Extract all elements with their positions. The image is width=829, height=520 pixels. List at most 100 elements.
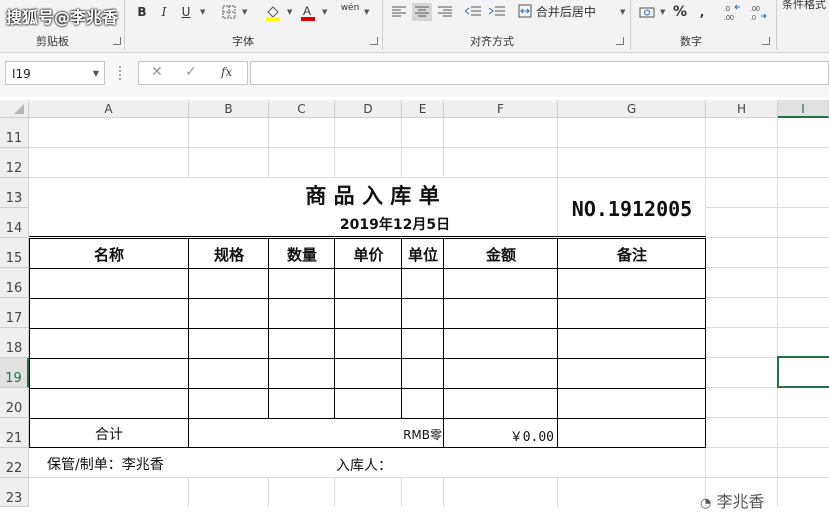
underline-dropdown-icon[interactable]: ▼ [200, 8, 205, 16]
header-amount: 金额 [485, 246, 516, 264]
gridline [188, 478, 189, 507]
name-box-value: I19 [12, 67, 31, 81]
row-header-23[interactable]: 23 [0, 478, 29, 507]
form-border [29, 238, 706, 239]
increase-indent-button[interactable] [488, 3, 506, 21]
font-launcher-icon[interactable] [370, 37, 378, 45]
column-header-c[interactable]: C [269, 100, 335, 118]
accounting-format-button[interactable] [637, 3, 657, 21]
form-border [334, 238, 335, 418]
accounting-dropdown-icon[interactable]: ▼ [660, 8, 665, 16]
fill-color-button[interactable] [262, 3, 284, 21]
alignment-launcher-icon[interactable] [616, 37, 624, 45]
form-border [29, 388, 706, 389]
underline-button[interactable]: U [178, 3, 194, 21]
form-border [401, 238, 402, 418]
align-left-button[interactable] [390, 3, 408, 21]
border-dropdown-icon[interactable]: ▼ [242, 8, 247, 16]
svg-text:.0: .0 [724, 6, 730, 13]
decrease-indent-icon [464, 6, 481, 16]
align-center-button[interactable] [412, 3, 432, 21]
separator [124, 0, 125, 50]
column-header-d[interactable]: D [335, 100, 402, 118]
form-border [29, 268, 706, 269]
merge-center-icon [518, 4, 532, 18]
number-launcher-icon[interactable] [762, 37, 770, 45]
gridline [334, 478, 335, 507]
total-label: 合计 [95, 427, 123, 443]
form-number: NO.1912005 [571, 197, 693, 221]
formula-bar: I19 ▼ ✕ ✓ fx [0, 53, 829, 97]
select-all-corner[interactable] [0, 100, 29, 118]
decrease-decimal-button[interactable]: .00.0 [748, 3, 768, 22]
bold-button[interactable]: B [134, 3, 150, 21]
form-title: 商 品 入 库 单 [305, 184, 440, 208]
gridline [706, 417, 829, 418]
name-box[interactable]: I19 ▼ [5, 61, 105, 85]
row-header-21[interactable]: 21 [0, 418, 29, 448]
selected-cell-i19[interactable] [777, 356, 829, 388]
ribbon: 搜狐号@李兆香 B I U ▼ ▼ ▼ A ▼ wén ▼ 合并后居中 ▼ ▼ … [0, 0, 829, 53]
insert-function-icon[interactable]: fx [221, 65, 232, 79]
merge-center-label: 合并后居中 [535, 5, 596, 19]
align-right-button[interactable] [436, 3, 454, 21]
conditional-format-button[interactable]: 条件格式 [782, 0, 829, 14]
fill-bucket-icon [266, 6, 280, 21]
comma-button[interactable]: , [696, 3, 708, 21]
border-button[interactable] [220, 3, 238, 21]
row-header-11[interactable]: 11 [0, 118, 29, 148]
column-header-a[interactable]: A [29, 100, 189, 118]
cancel-icon[interactable]: ✕ [151, 64, 163, 80]
phonetic-dropdown-icon[interactable]: ▼ [364, 8, 369, 16]
header-spec: 规格 [213, 246, 244, 264]
column-header-i[interactable]: I [778, 100, 829, 118]
row-header-13[interactable]: 13 [0, 178, 29, 208]
column-header-f[interactable]: F [444, 100, 558, 118]
gridline [706, 447, 829, 448]
total-amount: ￥0.00 [509, 430, 554, 445]
row-header-14[interactable]: 14 [0, 208, 29, 238]
formula-input[interactable] [250, 61, 829, 85]
row-header-16[interactable]: 16 [0, 268, 29, 298]
gridline [401, 118, 402, 178]
row-header-17[interactable]: 17 [0, 298, 29, 328]
increase-decimal-button[interactable]: .0.00 [722, 3, 742, 22]
name-box-dropdown-icon[interactable]: ▼ [93, 62, 99, 86]
header-quantity: 数量 [286, 246, 317, 264]
svg-text:A: A [303, 4, 311, 18]
italic-button[interactable]: I [156, 3, 172, 21]
column-header-e[interactable]: E [402, 100, 444, 118]
enter-icon[interactable]: ✓ [185, 64, 197, 80]
decrease-decimal-icon: .00.0 [750, 6, 767, 22]
column-header-g[interactable]: G [558, 100, 706, 118]
alignment-group-label: 对齐方式 [470, 35, 514, 48]
row-header-19[interactable]: 19 [0, 358, 29, 388]
form-border [29, 236, 706, 237]
decrease-indent-button[interactable] [464, 3, 482, 21]
merge-center-button[interactable]: 合并后居中 [518, 3, 618, 21]
column-header-h[interactable]: H [706, 100, 778, 118]
row-header-18[interactable]: 18 [0, 328, 29, 358]
form-border [443, 238, 444, 448]
percent-button[interactable]: % [672, 3, 688, 21]
row-header-15[interactable]: 15 [0, 238, 29, 268]
separator [382, 0, 383, 50]
fill-color-dropdown-icon[interactable]: ▼ [287, 8, 292, 16]
align-center-icon [415, 6, 429, 17]
form-border [268, 238, 269, 418]
wechat-icon: ◔ [700, 496, 712, 511]
row-header-22[interactable]: 22 [0, 448, 29, 478]
form-border [29, 358, 706, 359]
select-all-triangle-icon [14, 104, 24, 114]
font-color-dropdown-icon[interactable]: ▼ [322, 8, 327, 16]
phonetic-button[interactable]: wén [338, 3, 362, 21]
form-border [705, 238, 706, 448]
form-border [29, 418, 706, 419]
column-header-b[interactable]: B [189, 100, 269, 118]
row-header-20[interactable]: 20 [0, 388, 29, 418]
row-header-12[interactable]: 12 [0, 148, 29, 178]
font-color-button[interactable]: A [298, 3, 318, 21]
gridline [188, 118, 189, 178]
merge-dropdown-icon[interactable]: ▼ [620, 8, 625, 16]
clipboard-launcher-icon[interactable] [113, 37, 121, 45]
